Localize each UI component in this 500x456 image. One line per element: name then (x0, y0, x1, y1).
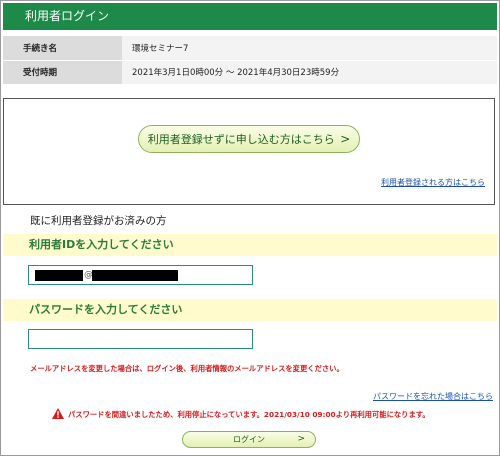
chevron-right-icon: > (297, 434, 305, 444)
redacted-text (35, 270, 83, 281)
chevron-right-icon: > (340, 132, 351, 146)
register-user-link[interactable]: 利用者登録される方はこちら (381, 177, 485, 188)
password-input[interactable] (28, 329, 253, 349)
guest-apply-box: 利用者登録せずに申し込む方はこちら > 利用者登録される方はこちら (3, 98, 495, 205)
procedure-name-value: 環境セミナー7 (122, 36, 497, 61)
procedure-name-label: 手続き名 (3, 36, 122, 61)
apply-without-registration-label: 利用者登録せずに申し込む方はこちら (147, 133, 335, 146)
table-row: 手続き名 環境セミナー7 (3, 36, 497, 61)
password-label: パスワードを入力してください (3, 299, 497, 321)
page-title: 利用者ログイン (25, 9, 110, 23)
account-lock-warning-text: パスワードを間違いましたため、利用停止になっています。2021/03/10 09… (68, 410, 430, 419)
existing-users-heading: 既に利用者登録がお済みの方 (30, 215, 167, 227)
redacted-text (92, 270, 178, 281)
forgot-password-link[interactable]: パスワードを忘れた場合はこちら (373, 391, 493, 402)
reception-period-value: 2021年3月1日0時00分 ～ 2021年4月30日23時59分 (122, 60, 497, 85)
login-button[interactable]: ログイン > (182, 431, 316, 448)
email-change-note: メールアドレスを変更した場合は、ログイン後、利用者情報のメールアドレスを変更くだ… (30, 364, 344, 373)
user-id-input[interactable]: @ (28, 265, 253, 285)
user-id-label: 利用者IDを入力してください (3, 234, 497, 256)
procedure-info-table: 手続き名 環境セミナー7 受付時期 2021年3月1日0時00分 ～ 2021年… (3, 36, 497, 85)
login-button-label: ログイン (233, 435, 265, 444)
table-row: 受付時期 2021年3月1日0時00分 ～ 2021年4月30日23時59分 (3, 60, 497, 85)
account-lock-warning: パスワードを間違いましたため、利用停止になっています。2021/03/10 09… (52, 408, 430, 420)
reception-period-label: 受付時期 (3, 60, 122, 85)
page-header: 利用者ログイン (3, 3, 497, 30)
apply-without-registration-button[interactable]: 利用者登録せずに申し込む方はこちら > (138, 125, 360, 153)
warning-triangle-icon (52, 408, 64, 419)
